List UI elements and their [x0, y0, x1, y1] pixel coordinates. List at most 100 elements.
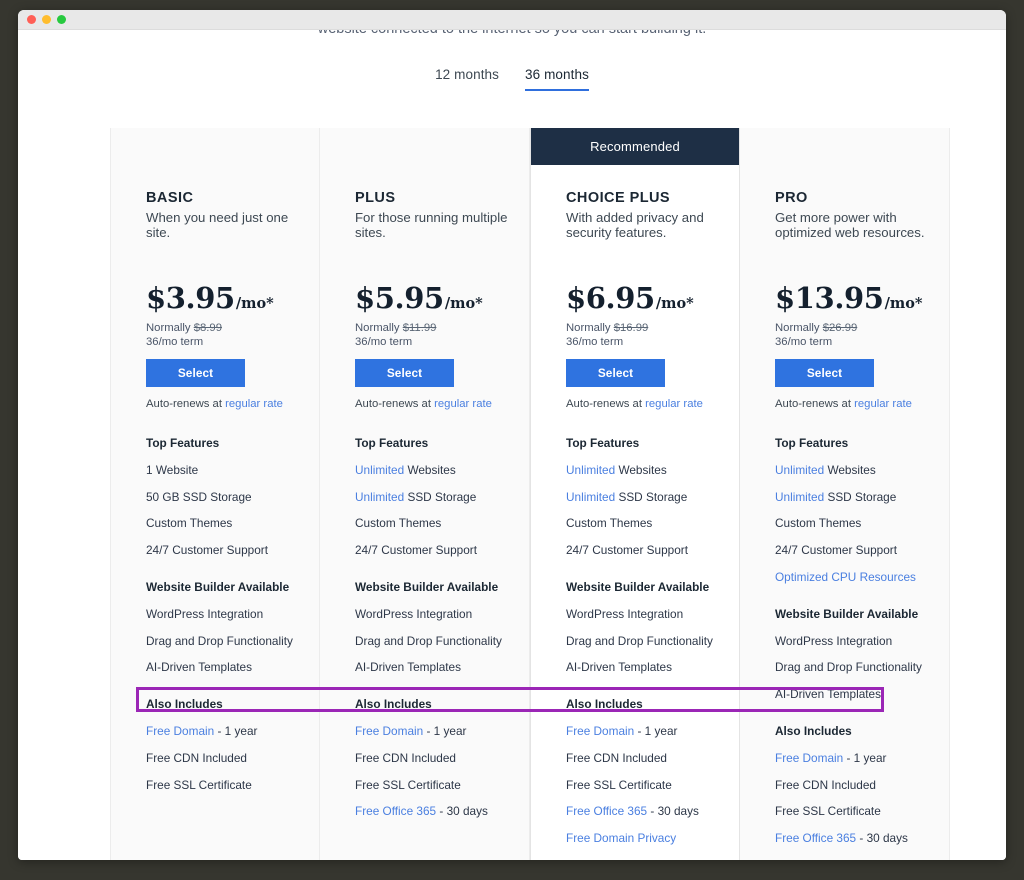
plan-body: PROGet more power with optimized web res… [740, 165, 949, 860]
feature-text: AI-Driven Templates [566, 660, 672, 674]
plan-name: PRO [775, 190, 949, 206]
plan-price-suffix: /mo* [656, 295, 694, 312]
regular-rate-link[interactable]: regular rate [225, 398, 283, 410]
feature-group-title: Website Builder Available [355, 580, 529, 594]
feature-highlight[interactable]: Free Domain [775, 751, 843, 765]
feature-highlight[interactable]: Unlimited [566, 490, 615, 504]
feature-group: Website Builder AvailableWordPress Integ… [775, 607, 949, 702]
plan-price-suffix: /mo* [445, 295, 483, 312]
feature-item: Unlimited SSD Storage [566, 490, 724, 505]
feature-text: WordPress Integration [146, 607, 263, 621]
regular-rate-link[interactable]: regular rate [854, 398, 912, 410]
select-plan-button[interactable]: Select [146, 359, 245, 387]
auto-renew-label: Auto-renews at [355, 398, 434, 410]
plan-body: PLUSFor those running multiple sites.$5.… [320, 165, 529, 819]
plan-price-suffix: /mo* [885, 295, 923, 312]
feature-text: Websites [615, 463, 667, 477]
feature-highlight[interactable]: Unlimited [355, 490, 404, 504]
feature-highlight[interactable]: Free Domain [146, 724, 214, 738]
feature-text: SSD Storage [824, 490, 896, 504]
auto-renew-note: Auto-renews at regular rate [355, 398, 529, 410]
feature-group-title: Top Features [775, 436, 949, 450]
plan-price: $3.95 [146, 281, 235, 315]
feature-group-title: Also Includes [775, 724, 949, 738]
plan-term-line: 36/mo term [146, 336, 319, 348]
term-option-36-months[interactable]: 36 months [525, 67, 589, 91]
feature-item: WordPress Integration [355, 607, 513, 622]
feature-item: Free CDN Included [355, 751, 513, 766]
feature-text: Custom Themes [775, 516, 861, 530]
feature-highlight[interactable]: Free Office 365 [775, 831, 856, 845]
feature-highlight[interactable]: Free Office 365 [566, 804, 647, 818]
feature-item[interactable]: Free Domain Privacy [775, 858, 933, 860]
feature-item: Unlimited Websites [355, 463, 513, 478]
plan-term-line: 36/mo term [355, 336, 529, 348]
plan-price-row: $6.95/mo* [566, 281, 739, 315]
feature-text: SSD Storage [615, 490, 687, 504]
feature-group: Also IncludesFree Domain - 1 yearFree CD… [355, 697, 529, 819]
feature-highlight[interactable]: Unlimited [566, 463, 615, 477]
feature-item: Free CDN Included [146, 751, 304, 766]
plan-tagline: For those running multiple sites. [355, 210, 515, 258]
feature-item: Unlimited Websites [566, 463, 724, 478]
regular-rate-link[interactable]: regular rate [434, 398, 492, 410]
feature-text: Free SSL Certificate [355, 778, 461, 792]
plan-column-choice-plus: RecommendedCHOICE PLUSWith added privacy… [530, 128, 740, 860]
feature-item: WordPress Integration [146, 607, 304, 622]
plan-price-suffix: /mo* [236, 295, 274, 312]
feature-text: Free CDN Included [775, 778, 876, 792]
term-option-12-months[interactable]: 12 months [435, 67, 499, 91]
badge-spacer [740, 128, 949, 165]
close-window-button[interactable] [27, 15, 36, 24]
select-plan-button[interactable]: Select [775, 359, 874, 387]
feature-text: Free Domain Privacy [775, 858, 885, 860]
feature-highlight[interactable]: Free Automated Backup [566, 858, 693, 860]
feature-text: 50 GB SSD Storage [146, 490, 252, 504]
feature-text: WordPress Integration [355, 607, 472, 621]
feature-text: Custom Themes [566, 516, 652, 530]
auto-renew-note: Auto-renews at regular rate [146, 398, 319, 410]
plan-tagline: When you need just one site. [146, 210, 306, 258]
feature-group: Also IncludesFree Domain - 1 yearFree CD… [146, 697, 319, 792]
feature-item: Free Office 365 - 30 days [566, 804, 724, 819]
feature-text: 24/7 Customer Support [355, 543, 477, 557]
plan-normal-price: Normally $26.99 [775, 322, 949, 334]
select-plan-button[interactable]: Select [355, 359, 454, 387]
feature-text: Websites [824, 463, 876, 477]
feature-item: Unlimited SSD Storage [775, 490, 933, 505]
feature-text: Free SSL Certificate [566, 778, 672, 792]
feature-text: 24/7 Customer Support [146, 543, 268, 557]
plan-price: $5.95 [355, 281, 444, 315]
plan-body: CHOICE PLUSWith added privacy and securi… [531, 165, 739, 860]
feature-text: - 1 year [634, 724, 677, 738]
feature-item: 24/7 Customer Support [775, 543, 933, 558]
feature-item: WordPress Integration [775, 634, 933, 649]
feature-highlight[interactable]: Free Domain [566, 724, 634, 738]
feature-item: Free Office 365 - 30 days [775, 831, 933, 846]
feature-item: 1 Website [146, 463, 304, 478]
feature-item: Free CDN Included [775, 778, 933, 793]
feature-item: Custom Themes [146, 516, 304, 531]
feature-group-title: Also Includes [146, 697, 319, 711]
plan-term-line: 36/mo term [566, 336, 739, 348]
minimize-window-button[interactable] [42, 15, 51, 24]
feature-highlight[interactable]: Free Office 365 [355, 804, 436, 818]
feature-item: Free Domain - 1 year [566, 724, 724, 739]
feature-item[interactable]: Free Domain Privacy [566, 831, 724, 846]
maximize-window-button[interactable] [57, 15, 66, 24]
badge-spacer [111, 128, 319, 165]
select-plan-button[interactable]: Select [566, 359, 665, 387]
plan-name: BASIC [146, 190, 319, 206]
regular-rate-link[interactable]: regular rate [645, 398, 703, 410]
auto-renew-note: Auto-renews at regular rate [566, 398, 739, 410]
normally-label: Normally [355, 322, 403, 334]
feature-text: AI-Driven Templates [355, 660, 461, 674]
feature-text: - 30 days [856, 831, 908, 845]
feature-highlight[interactable]: Free Domain [355, 724, 423, 738]
feature-highlight[interactable]: Unlimited [775, 490, 824, 504]
feature-text: 1 Website [146, 463, 198, 477]
normally-label: Normally [775, 322, 823, 334]
feature-highlight[interactable]: Unlimited [355, 463, 404, 477]
feature-item[interactable]: Optimized CPU Resources [775, 570, 933, 585]
feature-highlight[interactable]: Unlimited [775, 463, 824, 477]
